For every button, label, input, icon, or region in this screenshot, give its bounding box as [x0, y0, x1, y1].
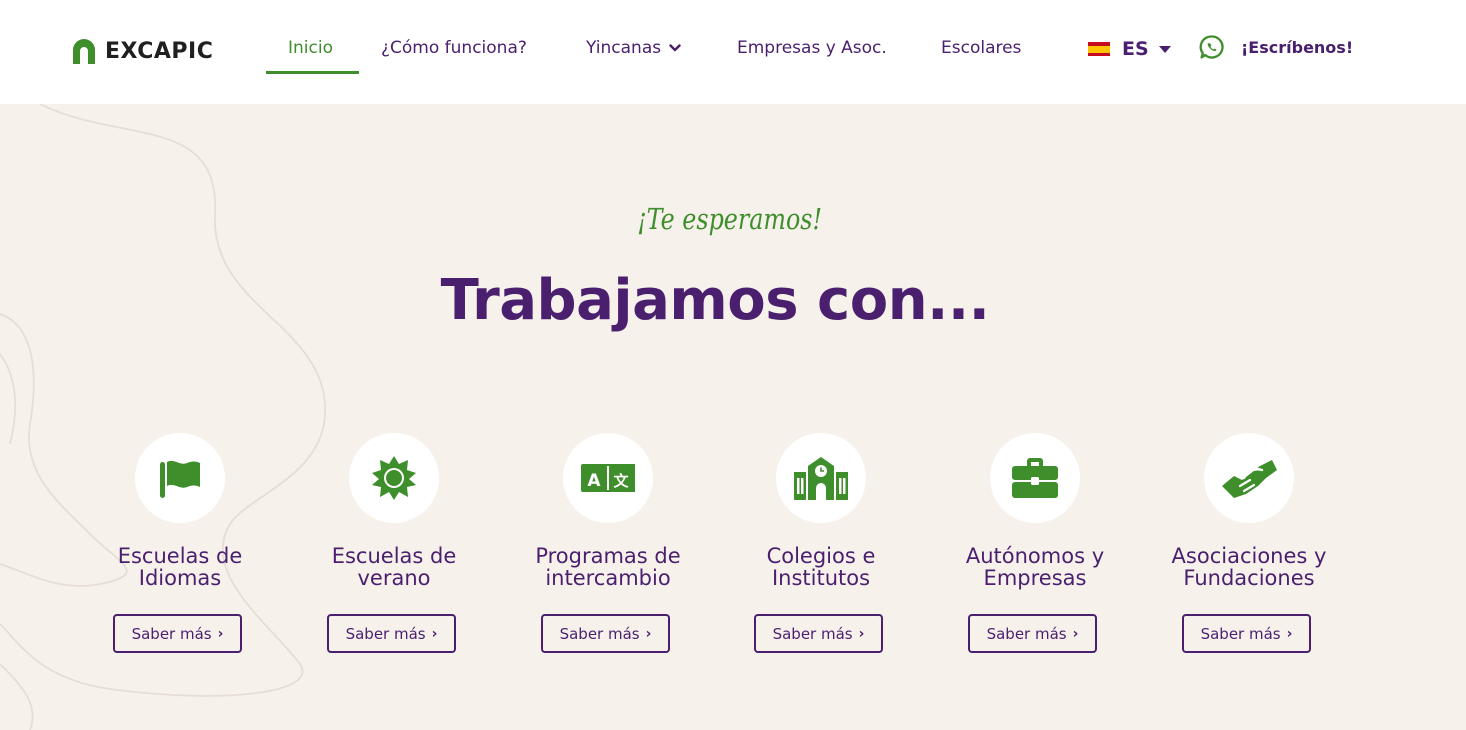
- card-autonomos-empresas: Autónomos y Empresas Saber más ›: [928, 433, 1142, 659]
- card-icon-circle: [990, 433, 1080, 523]
- nav-item-yincanas[interactable]: Yincanas: [586, 36, 681, 60]
- spain-flag-icon: [1088, 42, 1110, 56]
- saber-mas-button-idiomas[interactable]: Saber más ›: [113, 614, 242, 653]
- chevron-right-icon: ›: [1072, 625, 1079, 642]
- svg-text:A: A: [587, 471, 601, 491]
- whatsapp-contact-link[interactable]: ¡Escríbenos!: [1199, 34, 1353, 60]
- card-icon-circle: [135, 433, 225, 523]
- card-title: Colegios e Institutos: [766, 544, 876, 590]
- section-kicker: ¡Te esperamos!: [637, 202, 823, 236]
- logo-text: EXCAPIC: [105, 38, 214, 64]
- svg-text:文: 文: [613, 472, 629, 490]
- nav-item-inicio[interactable]: Inicio: [288, 36, 333, 60]
- card-icon-circle: A 文: [563, 433, 653, 523]
- section-headline: Trabajamos con...: [440, 268, 990, 333]
- saber-mas-button-empresas[interactable]: Saber más ›: [968, 614, 1097, 653]
- nav-item-yincanas-label: Yincanas: [586, 38, 662, 58]
- language-selector[interactable]: ES: [1088, 36, 1171, 62]
- nav-item-como-funciona[interactable]: ¿Cómo funciona?: [381, 36, 527, 60]
- card-icon-circle: [349, 433, 439, 523]
- card-escuelas-verano: Escuelas de verano Saber más ›: [287, 433, 501, 659]
- caret-down-icon: [1158, 45, 1171, 53]
- card-asociaciones-fundaciones: Asociaciones y Fundaciones Saber más ›: [1142, 433, 1356, 659]
- handshake-icon: [1222, 460, 1277, 498]
- site-logo[interactable]: EXCAPIC: [71, 36, 213, 66]
- whatsapp-icon: [1199, 35, 1224, 59]
- briefcase-icon: [1012, 458, 1058, 498]
- saber-mas-button-colegios[interactable]: Saber más ›: [754, 614, 883, 653]
- card-title: Programas de intercambio: [535, 544, 681, 590]
- school-icon: [794, 457, 848, 500]
- translate-icon: A 文: [581, 464, 635, 492]
- chevron-down-icon: [669, 44, 681, 52]
- chevron-right-icon: ›: [431, 625, 438, 642]
- saber-mas-button-intercambio[interactable]: Saber más ›: [541, 614, 670, 653]
- chevron-right-icon: ›: [858, 625, 865, 642]
- card-title: Asociaciones y Fundaciones: [1171, 544, 1327, 590]
- card-title: Escuelas de verano: [331, 544, 457, 590]
- saber-mas-button-asociaciones[interactable]: Saber más ›: [1182, 614, 1311, 653]
- card-title: Escuelas de Idiomas: [117, 544, 243, 590]
- language-label: ES: [1122, 38, 1149, 60]
- card-icon-circle: [1204, 433, 1294, 523]
- saber-mas-button-verano[interactable]: Saber más ›: [327, 614, 456, 653]
- chevron-right-icon: ›: [645, 625, 652, 642]
- card-escuelas-idiomas: Escuelas de Idiomas Saber más ›: [73, 433, 287, 659]
- nav-item-escolares[interactable]: Escolares: [941, 36, 1021, 60]
- chevron-right-icon: ›: [217, 625, 224, 642]
- sun-icon: [372, 456, 416, 500]
- site-header: EXCAPIC Inicio ¿Cómo funciona? Yincanas …: [0, 0, 1466, 104]
- card-colegios-institutos: Colegios e Institutos Saber más ›: [714, 433, 928, 659]
- card-programas-intercambio: A 文 Programas de intercambio Saber más ›: [501, 433, 715, 659]
- contact-label: ¡Escríbenos!: [1241, 37, 1354, 57]
- nav-active-underline: [266, 71, 359, 74]
- flag-icon: [160, 460, 200, 498]
- nav-item-empresas[interactable]: Empresas y Asoc.: [737, 36, 887, 60]
- card-title: Autónomos y Empresas: [965, 544, 1105, 590]
- logo-icon: [73, 39, 95, 64]
- card-icon-circle: [776, 433, 866, 523]
- chevron-right-icon: ›: [1286, 625, 1293, 642]
